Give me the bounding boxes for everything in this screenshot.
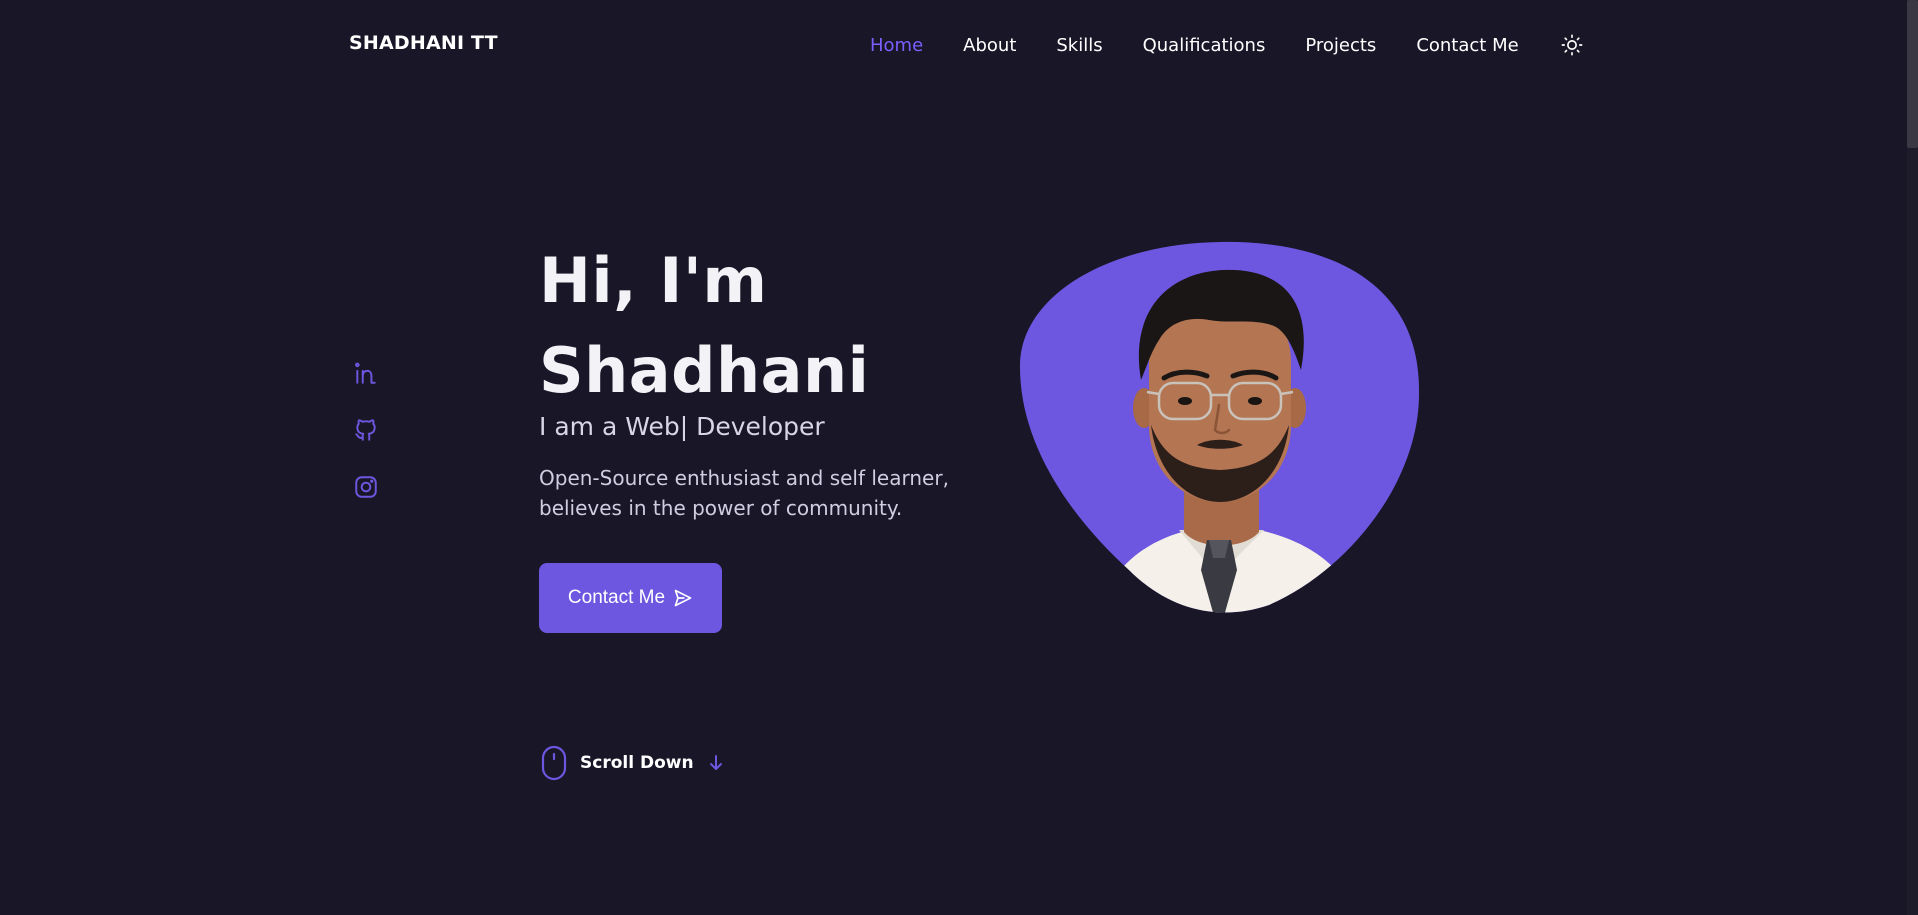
- nav-item-about[interactable]: About: [963, 35, 1016, 56]
- nav-item-contact[interactable]: Contact Me: [1416, 35, 1518, 56]
- profile-avatar: [1019, 240, 1421, 616]
- main-nav: Home About Skills Qualifications Project…: [870, 32, 1585, 58]
- social-links: [353, 360, 379, 531]
- hero-title-line1: Hi, I'm: [539, 244, 768, 317]
- page: SHADHANI TT Home About Skills Qualificat…: [0, 0, 1918, 915]
- nav-item-home[interactable]: Home: [870, 35, 923, 56]
- hero-title: Hi, I'm Shadhani: [539, 236, 869, 416]
- mouse-icon: [541, 745, 567, 781]
- nav-item-qualifications[interactable]: Qualifications: [1143, 35, 1266, 56]
- sun-icon: [1561, 34, 1583, 56]
- hero-description: Open-Source enthusiast and self learner,…: [539, 466, 949, 520]
- site-logo[interactable]: SHADHANI TT: [349, 32, 498, 54]
- contact-me-button[interactable]: Contact Me: [539, 563, 722, 633]
- page-scrollbar[interactable]: [1907, 0, 1918, 915]
- scrollbar-thumb[interactable]: [1907, 0, 1918, 148]
- nav-item-skills[interactable]: Skills: [1056, 35, 1102, 56]
- linkedin-icon: [355, 362, 376, 384]
- github-icon: [355, 419, 376, 441]
- linkedin-link[interactable]: [353, 360, 379, 386]
- hero-subtitle: I am a Web| Developer: [539, 412, 825, 441]
- theme-toggle-button[interactable]: [1559, 32, 1585, 58]
- arrow-down-icon: [709, 755, 722, 770]
- hero-title-line2: Shadhani: [539, 334, 870, 407]
- scroll-down-link[interactable]: Scroll Down: [540, 745, 724, 781]
- scroll-down-label: Scroll Down: [580, 753, 694, 773]
- contact-me-label: Contact Me: [567, 587, 666, 608]
- instagram-icon: [355, 476, 377, 498]
- nav-item-projects[interactable]: Projects: [1305, 35, 1376, 56]
- instagram-link[interactable]: [353, 474, 379, 500]
- send-icon: [674, 589, 692, 607]
- github-link[interactable]: [353, 417, 379, 443]
